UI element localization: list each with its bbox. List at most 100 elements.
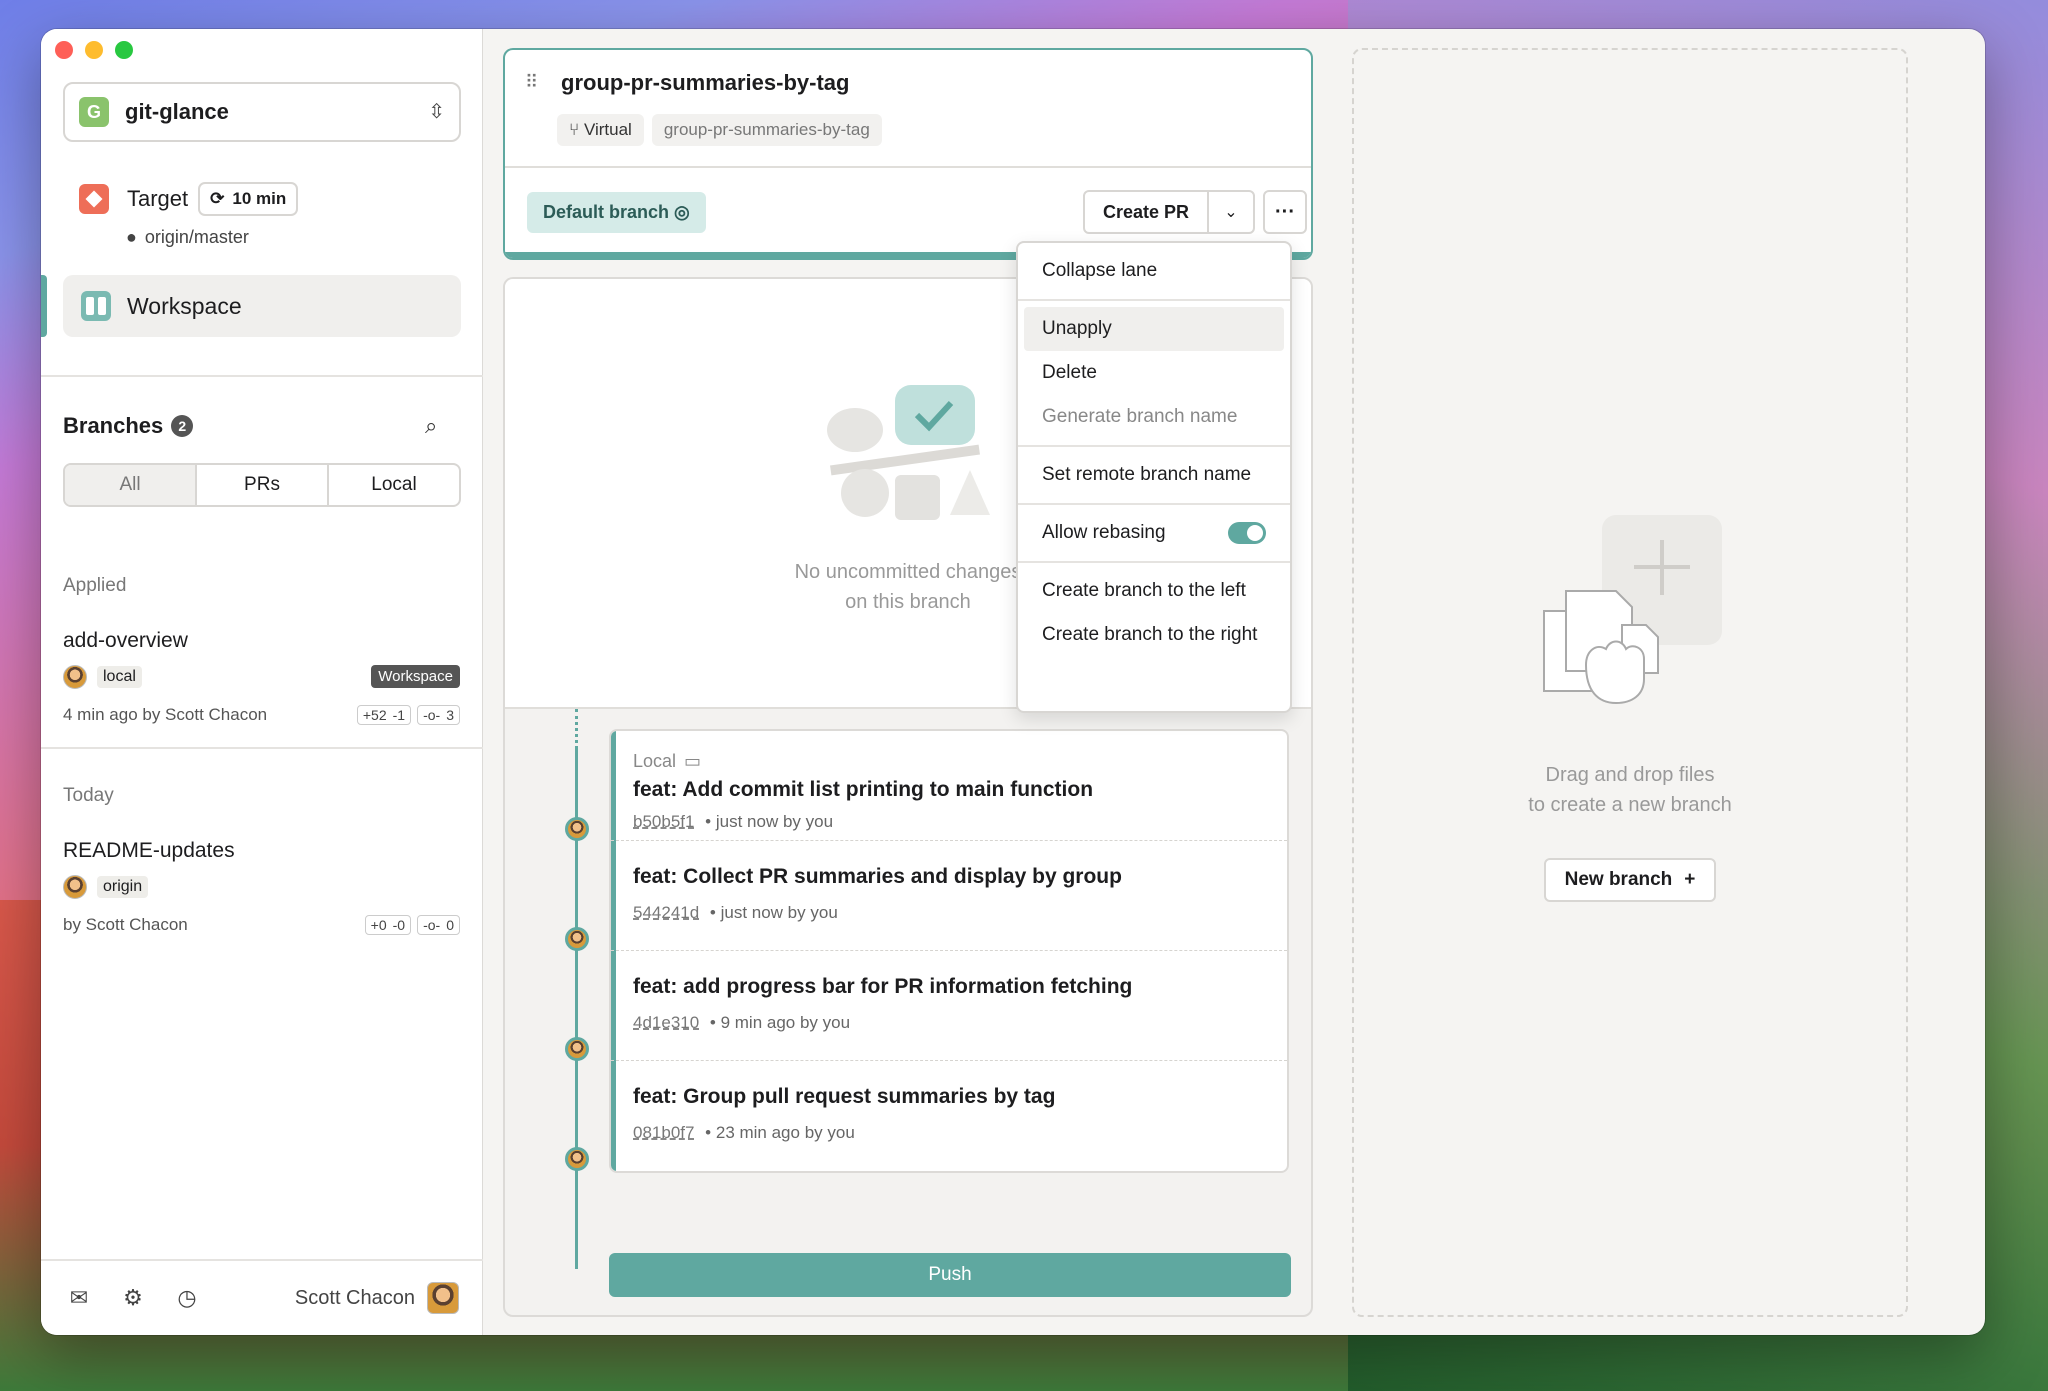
commit-graph-dotted — [575, 709, 578, 749]
divider — [505, 166, 1311, 168]
default-branch-label: Default branch — [543, 202, 670, 222]
new-branch-button[interactable]: New branch + — [1544, 858, 1716, 902]
tab-local[interactable]: Local — [329, 465, 459, 505]
commit-meta: 4d1e310 • 9 min ago by you — [633, 1013, 851, 1032]
commit-item[interactable]: feat: add progress bar for PR informatio… — [611, 951, 1287, 1061]
commit-stats: -o- 3 — [417, 705, 460, 725]
settings-icon[interactable]: ⚙ — [119, 1284, 147, 1312]
lane-context-menu: Collapse lane Unapply Delete Generate br… — [1016, 241, 1292, 713]
commit-item[interactable]: Local ▭ feat: Add commit list printing to… — [611, 731, 1287, 841]
project-selector[interactable]: G git-glance ⇳ — [63, 82, 461, 142]
commit-item[interactable]: feat: Group pull request summaries by ta… — [611, 1061, 1287, 1171]
zoom-window-button[interactable] — [115, 41, 133, 59]
menu-item-collapse-lane[interactable]: Collapse lane — [1024, 249, 1284, 293]
menu-item-create-branch-right[interactable]: Create branch to the right — [1024, 613, 1284, 657]
group-label-applied: Applied — [63, 575, 127, 596]
sidebar-item-workspace[interactable]: Workspace — [63, 275, 461, 337]
branch-stats: +0 -0 -o- 0 — [364, 915, 460, 935]
commit-title: feat: add progress bar for PR informatio… — [633, 975, 1133, 998]
empty-illustration-icon — [827, 385, 990, 520]
commit-icon: -o- — [423, 707, 441, 723]
project-name: git-glance — [125, 99, 229, 124]
mail-icon[interactable]: ✉ — [65, 1284, 93, 1312]
menu-item-generate-branch-name[interactable]: Generate branch name — [1024, 395, 1284, 439]
menu-divider — [1018, 503, 1290, 505]
fetch-interval-badge[interactable]: ⟳ 10 min — [198, 182, 299, 216]
target-small-icon: ◎ — [674, 202, 690, 222]
target-remote-label: origin/master — [144, 227, 249, 247]
commit-meta: 081b0f7 • 23 min ago by you — [633, 1123, 855, 1142]
menu-item-create-branch-left[interactable]: Create branch to the left — [1024, 569, 1284, 613]
branches-header: Branches 2 — [63, 413, 194, 439]
laptop-icon: ▭ — [684, 751, 702, 771]
diff-stats: +52 -1 — [356, 705, 412, 725]
target-item[interactable]: Target ⟳ 10 min — [79, 182, 299, 216]
illustration-shape — [950, 470, 990, 515]
avatar — [63, 875, 87, 899]
lane-title[interactable]: group-pr-summaries-by-tag — [561, 70, 849, 96]
commit-meta: b50b5f1 • just now by you — [633, 812, 834, 831]
menu-item-allow-rebasing[interactable]: Allow rebasing — [1024, 511, 1284, 555]
commit-list: Local ▭ feat: Add commit list printing to… — [609, 729, 1289, 1173]
create-pr-split-button: Create PR ⌄ — [1083, 190, 1255, 234]
default-branch-badge[interactable]: Default branch ◎ — [527, 192, 706, 233]
commit-avatar-dot — [565, 817, 589, 841]
lane-tags: ⑂ Virtual group-pr-summaries-by-tag — [557, 114, 882, 146]
tab-all[interactable]: All — [65, 465, 197, 505]
local-section-header: Local ▭ — [633, 751, 1287, 772]
more-options-button[interactable]: ··· — [1263, 190, 1307, 234]
commit-avatar-dot — [565, 927, 589, 951]
history-icon[interactable]: ◷ — [173, 1284, 201, 1312]
branch-meta: origin — [63, 875, 149, 899]
tab-prs[interactable]: PRs — [197, 465, 329, 505]
commit-hash[interactable]: 081b0f7 — [633, 1123, 694, 1142]
illustration-shape — [841, 469, 889, 517]
branches-count-badge: 2 — [171, 415, 194, 437]
menu-divider — [1018, 561, 1290, 563]
dropzone-line-2: to create a new branch — [1528, 794, 1732, 816]
commit-avatar-dot — [565, 1037, 589, 1061]
sidebar: G git-glance ⇳ Target ⟳ 10 min ● origin/… — [41, 29, 483, 1335]
commits-count: 0 — [446, 917, 454, 933]
drag-handle-icon[interactable]: ⠿ — [525, 72, 539, 93]
commit-when: 23 min ago by you — [715, 1123, 855, 1142]
commit-hash[interactable]: b50b5f1 — [633, 812, 694, 831]
branch-icon: ⑂ — [569, 120, 584, 139]
window-controls — [55, 41, 133, 59]
commit-hash[interactable]: 544241d — [633, 903, 699, 922]
commit-meta: 544241d • just now by you — [633, 903, 838, 922]
branch-name: README-updates — [63, 839, 235, 862]
minimize-window-button[interactable] — [85, 41, 103, 59]
chevron-down-icon[interactable]: ⌄ — [1209, 192, 1253, 232]
menu-item-unapply[interactable]: Unapply — [1024, 307, 1284, 351]
branch-stats: +52 -1 -o- 3 — [356, 705, 460, 725]
branch-tag: local — [97, 666, 142, 688]
new-branch-dropzone: Drag and drop files to create a new bran… — [1352, 48, 1908, 1317]
app-window: G git-glance ⇳ Target ⟳ 10 min ● origin/… — [41, 29, 1985, 1335]
user-profile[interactable]: Scott Chacon — [295, 1282, 459, 1314]
remote-branch-name[interactable]: group-pr-summaries-by-tag — [651, 114, 882, 146]
deletions-count: -0 — [392, 917, 406, 933]
dropzone-text: Drag and drop files to create a new bran… — [1354, 760, 1906, 820]
commit-hash[interactable]: 4d1e310 — [633, 1013, 699, 1032]
target-icon — [79, 184, 109, 214]
branch-filter-tabs: All PRs Local — [63, 463, 461, 507]
branch-meta: local — [63, 665, 142, 689]
branch-name: add-overview — [63, 629, 188, 652]
additions-count: +52 — [362, 707, 387, 723]
create-pr-button[interactable]: Create PR — [1085, 192, 1209, 232]
commit-title: feat: Group pull request summaries by ta… — [633, 1085, 1056, 1108]
menu-item-set-remote-branch-name[interactable]: Set remote branch name — [1024, 453, 1284, 497]
commit-title: feat: Collect PR summaries and display b… — [633, 865, 1122, 888]
close-window-button[interactable] — [55, 41, 73, 59]
push-button[interactable]: Push — [609, 1253, 1291, 1297]
plus-icon: + — [1684, 869, 1696, 890]
commit-icon: -o- — [423, 917, 441, 933]
menu-item-delete[interactable]: Delete — [1024, 351, 1284, 395]
avatar — [427, 1282, 459, 1314]
search-icon[interactable]: ⌕ — [425, 413, 437, 439]
diff-stats: +0 -0 — [364, 915, 412, 935]
allow-rebasing-toggle[interactable] — [1228, 522, 1266, 544]
commit-item[interactable]: feat: Collect PR summaries and display b… — [611, 841, 1287, 951]
menu-divider — [1018, 445, 1290, 447]
